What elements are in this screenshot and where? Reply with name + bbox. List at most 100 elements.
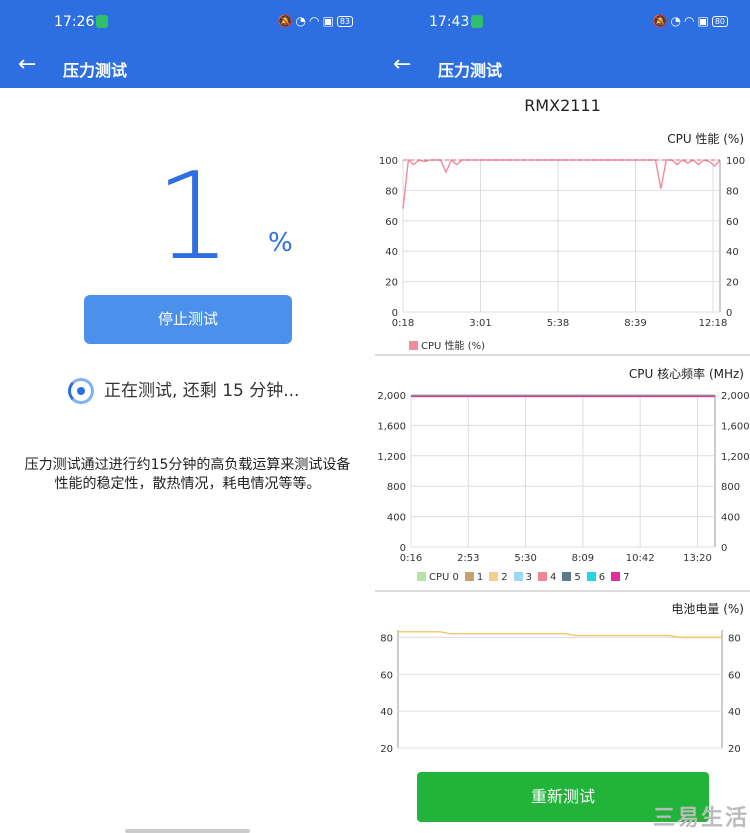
y-tick-label-left: 400	[387, 513, 406, 524]
y-tick-label-right: 40	[726, 247, 739, 258]
y-tick-label-left: 1,600	[377, 421, 406, 432]
back-arrow-icon[interactable]: ←	[393, 52, 411, 77]
status-bar: 17:26 🔕◔◠▣ 83	[0, 0, 375, 46]
y-tick-label-right: 2,000	[721, 391, 750, 402]
cpu-performance-chart-title: CPU 性能 (%)	[667, 132, 744, 146]
y-tick-label-left: 20	[380, 744, 393, 755]
speed-icon: ◔	[295, 14, 309, 28]
y-tick-label-left: 100	[379, 156, 398, 167]
series-line	[402, 158, 721, 209]
app-bar: ← 压力测试	[375, 46, 750, 88]
legend-label: 5	[574, 572, 581, 583]
legend-swatch	[562, 572, 572, 581]
nfc-icon: ▣	[697, 14, 712, 28]
cpu-frequency-legend: CPU 0 1 2 3 4 5 6 7	[411, 572, 630, 583]
y-tick-label-left: 20	[385, 278, 398, 289]
y-tick-label-right: 100	[726, 156, 745, 167]
home-indicator[interactable]	[125, 829, 250, 833]
test-description: 压力测试通过进行约15分钟的高负载运算来测试设备性能的稳定性，散热情况，耗电情况…	[24, 457, 351, 492]
page-title: 压力测试	[438, 61, 503, 80]
y-tick-label-right: 0	[721, 543, 727, 554]
test-status-text: 正在测试, 还剩 15 分钟...	[104, 381, 300, 401]
y-tick-label-left: 80	[385, 186, 398, 197]
watermark-logo: 三易生活	[653, 806, 750, 831]
legend-swatch	[489, 572, 499, 581]
y-tick-label-right: 80	[726, 186, 739, 197]
x-tick-label: 8:09	[572, 553, 594, 564]
legend-label: CPU 0	[429, 572, 459, 583]
x-tick-label: 5:38	[547, 318, 569, 329]
status-time: 17:26	[54, 14, 95, 30]
test-result-screen: 17:43 🔕◔◠▣ 80 ← 压力测试 RMX2111 CPU 性能 (%) 0…	[375, 0, 750, 833]
y-tick-label-left: 2,000	[377, 391, 406, 402]
legend-label: 4	[550, 572, 557, 583]
cpu-performance-chart: 0 020 2040 4060 6080 80100 1000:18 3:01 5:38 8:39…	[379, 156, 745, 329]
x-tick-label: 5:30	[514, 553, 536, 564]
y-tick-label-right: 60	[728, 670, 741, 681]
screens: 17:26 🔕◔◠▣ 83 ← 压力测试 1 % 停止测试 正在测试, 还剩 15…	[0, 0, 750, 833]
battery-chart-title: 电池电量 (%)	[671, 602, 744, 616]
test-status-line: 正在测试, 还剩 15 分钟...	[68, 376, 299, 404]
app-bar: ← 压力测试	[0, 46, 375, 88]
y-tick-label-left: 80	[380, 633, 393, 644]
legend-swatch	[409, 341, 418, 350]
section-divider	[375, 590, 750, 592]
mute-icon: 🔕	[652, 14, 671, 28]
legend-swatch	[611, 572, 621, 581]
y-tick-label-right: 800	[721, 482, 740, 493]
y-tick-label-right: 40	[728, 707, 741, 718]
y-tick-label-left: 60	[385, 217, 398, 228]
stop-test-button[interactable]: 停止测试	[84, 295, 292, 344]
y-tick-label-right: 20	[728, 744, 741, 755]
progress-percent-unit: %	[268, 228, 293, 258]
battery-chart: 20 20 40 40 60 60 80 80	[380, 630, 741, 755]
legend-label: 6	[598, 572, 606, 583]
y-tick-label-left: 40	[380, 707, 393, 718]
x-tick-label: 0:16	[400, 553, 422, 564]
status-icons: 🔕◔◠▣ 83	[278, 14, 353, 28]
y-tick-label-left: 40	[385, 247, 398, 258]
y-tick-label-left: 1,200	[377, 452, 406, 463]
legend-swatch	[464, 572, 474, 581]
x-tick-label: 3:01	[469, 318, 491, 329]
battery-icon: 80	[711, 16, 728, 27]
legend-swatch	[586, 572, 596, 581]
wifi-icon: ◠	[683, 14, 698, 28]
nfc-icon: ▣	[322, 14, 337, 28]
y-tick-label-right: 1,200	[721, 452, 750, 463]
status-icons: 🔕◔◠▣ 80	[653, 14, 728, 28]
status-bar: 17:43 🔕◔◠▣ 80	[375, 0, 750, 46]
y-tick-label-right: 1,600	[721, 421, 750, 432]
legend-label: 7	[623, 572, 630, 583]
y-tick-label-right: 20	[726, 278, 739, 289]
running-test-screen: 17:26 🔕◔◠▣ 83 ← 压力测试 1 % 停止测试 正在测试, 还剩 15…	[0, 0, 375, 833]
page-title: 压力测试	[63, 61, 128, 80]
x-tick-label: 13:20	[683, 553, 712, 564]
speed-icon: ◔	[670, 14, 684, 28]
section-divider	[375, 354, 750, 356]
legend-swatch	[513, 572, 523, 581]
y-tick-label-left: 800	[387, 482, 406, 493]
app-notification-icon	[96, 15, 108, 28]
cpu-frequency-chart-title: CPU 核心频率 (MHz)	[628, 367, 744, 381]
series-line	[398, 631, 722, 639]
x-tick-label: 12:18	[699, 318, 728, 329]
back-arrow-icon[interactable]: ←	[18, 52, 36, 77]
legend-label: 2	[501, 572, 508, 583]
legend-swatch	[538, 572, 547, 581]
mute-icon: 🔕	[277, 14, 296, 28]
legend-label: 1	[476, 572, 484, 583]
x-tick-label: 8:39	[624, 318, 646, 329]
x-tick-label: 10:42	[626, 553, 655, 564]
device-model: RMX2111	[524, 96, 601, 115]
y-tick-label-right: 80	[728, 633, 741, 644]
legend-label: CPU 性能 (%)	[421, 341, 485, 352]
battery-icon: 83	[336, 16, 353, 27]
y-tick-label-right: 60	[726, 217, 739, 228]
wifi-icon: ◠	[308, 14, 323, 28]
app-notification-icon	[471, 15, 483, 28]
x-tick-label: 0:18	[392, 318, 414, 329]
progress-percent-value: 1	[155, 148, 232, 287]
x-tick-label: 2:53	[457, 553, 479, 564]
y-tick-label-right: 400	[721, 513, 740, 524]
